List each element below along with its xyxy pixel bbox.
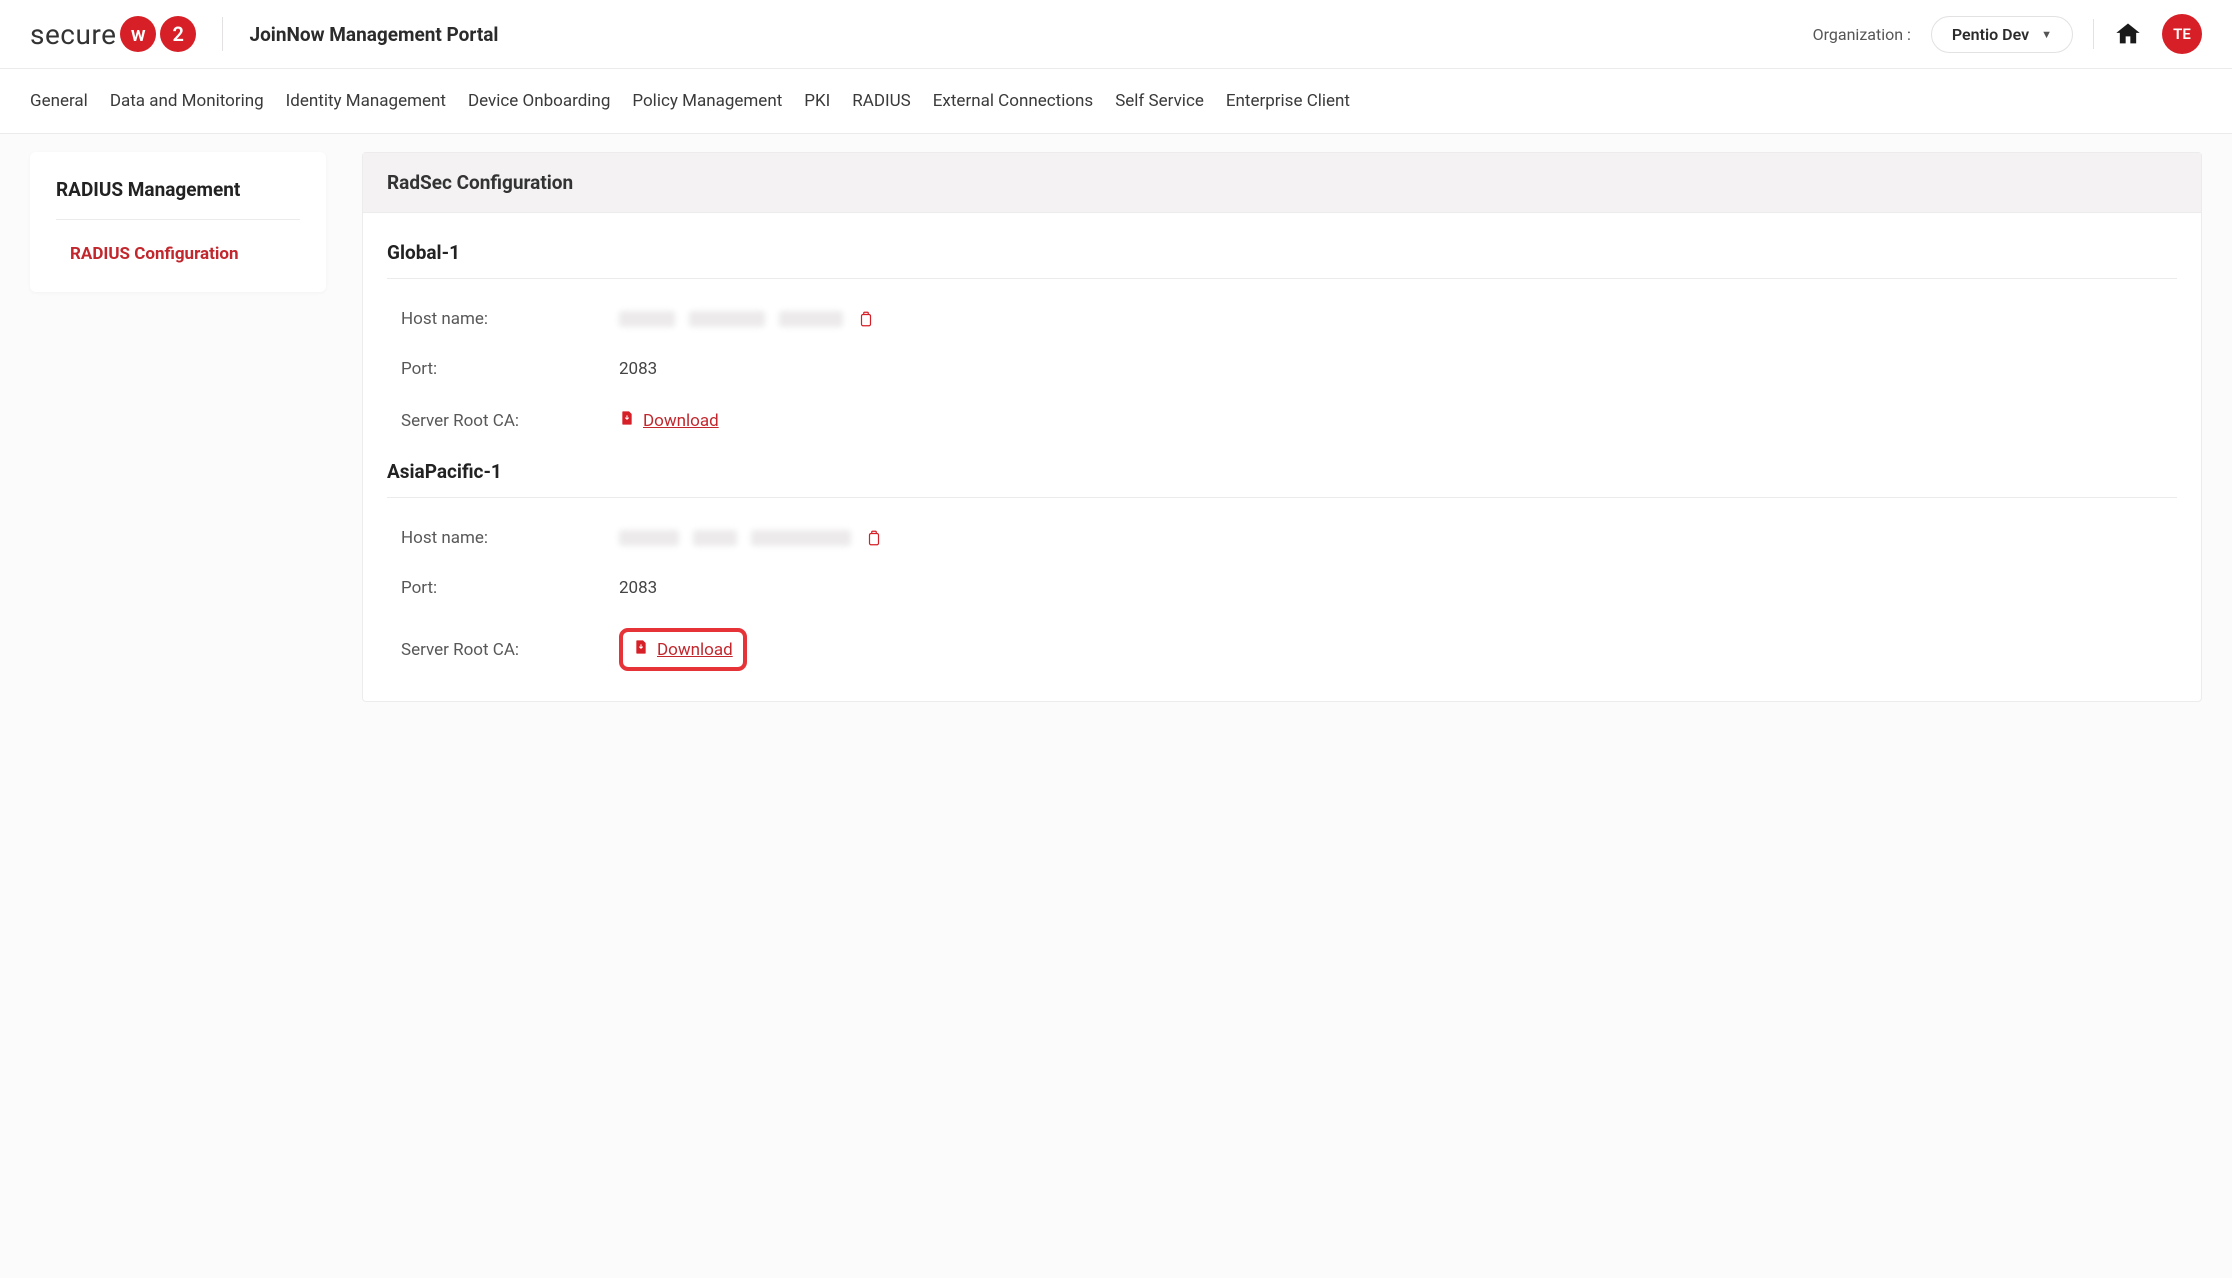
port-label: Port: bbox=[387, 578, 619, 598]
field-hostname-asiapacific: Host name: bbox=[387, 498, 2177, 548]
hostname-label: Host name: bbox=[387, 528, 619, 548]
nav-self-service[interactable]: Self Service bbox=[1115, 69, 1204, 133]
nav-device-onboarding[interactable]: Device Onboarding bbox=[468, 69, 610, 133]
nav-data-monitoring[interactable]: Data and Monitoring bbox=[110, 69, 264, 133]
copy-hostname-button[interactable] bbox=[857, 309, 875, 329]
port-value: 2083 bbox=[619, 578, 657, 598]
field-rootca-global: Server Root CA: Download bbox=[387, 379, 2177, 432]
nav-identity-management[interactable]: Identity Management bbox=[286, 69, 446, 133]
redacted-text bbox=[693, 530, 737, 546]
field-port-global: Port: 2083 bbox=[387, 329, 2177, 379]
header-bar: secure w 2 JoinNow Management Portal Org… bbox=[0, 0, 2232, 69]
portal-title: JoinNow Management Portal bbox=[249, 23, 498, 46]
hostname-label: Host name: bbox=[387, 309, 619, 329]
home-icon[interactable] bbox=[2114, 20, 2142, 48]
section-title-global: Global-1 bbox=[387, 213, 2177, 279]
highlight-annotation: Download bbox=[619, 628, 747, 671]
organization-label: Organization : bbox=[1813, 25, 1911, 44]
header-right: Organization : Pentio Dev ▼ TE bbox=[1813, 14, 2202, 54]
main-nav: General Data and Monitoring Identity Man… bbox=[0, 69, 2232, 134]
chevron-down-icon: ▼ bbox=[2041, 28, 2052, 41]
field-rootca-asiapacific: Server Root CA: Download bbox=[387, 598, 2177, 671]
hostname-value bbox=[619, 528, 883, 548]
download-rootca-button[interactable]: Download bbox=[619, 409, 719, 432]
field-hostname-global: Host name: bbox=[387, 279, 2177, 329]
nav-policy-management[interactable]: Policy Management bbox=[632, 69, 782, 133]
rootca-label: Server Root CA: bbox=[387, 411, 619, 431]
field-port-asiapacific: Port: 2083 bbox=[387, 548, 2177, 598]
rootca-value: Download bbox=[619, 628, 747, 671]
content-area: RadSec Configuration Global-1 Host name: bbox=[362, 152, 2202, 730]
radsec-card: RadSec Configuration Global-1 Host name: bbox=[362, 152, 2202, 702]
organization-dropdown[interactable]: Pentio Dev ▼ bbox=[1931, 16, 2073, 53]
redacted-text bbox=[689, 311, 765, 327]
avatar-initials: TE bbox=[2173, 25, 2191, 43]
logo-text: secure bbox=[30, 18, 116, 51]
nav-general[interactable]: General bbox=[30, 69, 88, 133]
header-divider-2 bbox=[2093, 19, 2094, 49]
rootca-value: Download bbox=[619, 409, 719, 432]
organization-value: Pentio Dev bbox=[1952, 25, 2029, 44]
sidebar-title: RADIUS Management bbox=[56, 178, 300, 220]
port-value: 2083 bbox=[619, 359, 657, 379]
download-label: Download bbox=[657, 640, 733, 660]
download-file-icon bbox=[619, 409, 635, 432]
hostname-value bbox=[619, 309, 875, 329]
page-body: RADIUS Management RADIUS Configuration R… bbox=[0, 134, 2232, 770]
nav-enterprise-client[interactable]: Enterprise Client bbox=[1226, 69, 1350, 133]
redacted-text bbox=[751, 530, 851, 546]
nav-external-connections[interactable]: External Connections bbox=[933, 69, 1093, 133]
card-body: Global-1 Host name: Port: 2083 bbox=[363, 213, 2201, 701]
card-title: RadSec Configuration bbox=[363, 153, 2201, 213]
logo-w-badge: w bbox=[120, 16, 156, 52]
section-title-asiapacific: AsiaPacific-1 bbox=[387, 432, 2177, 498]
avatar[interactable]: TE bbox=[2162, 14, 2202, 54]
redacted-text bbox=[779, 311, 843, 327]
rootca-label: Server Root CA: bbox=[387, 640, 619, 660]
download-rootca-button[interactable]: Download bbox=[633, 638, 733, 661]
download-label: Download bbox=[643, 411, 719, 431]
port-label: Port: bbox=[387, 359, 619, 379]
nav-radius[interactable]: RADIUS bbox=[852, 69, 910, 133]
copy-hostname-button[interactable] bbox=[865, 528, 883, 548]
download-file-icon bbox=[633, 638, 649, 661]
header-divider bbox=[222, 17, 223, 51]
sidebar-item-radius-configuration[interactable]: RADIUS Configuration bbox=[56, 220, 300, 264]
redacted-text bbox=[619, 311, 675, 327]
sidebar: RADIUS Management RADIUS Configuration bbox=[30, 152, 326, 292]
nav-pki[interactable]: PKI bbox=[804, 69, 830, 133]
logo: secure w 2 bbox=[30, 16, 196, 52]
redacted-text bbox=[619, 530, 679, 546]
logo-2-badge: 2 bbox=[160, 16, 196, 52]
